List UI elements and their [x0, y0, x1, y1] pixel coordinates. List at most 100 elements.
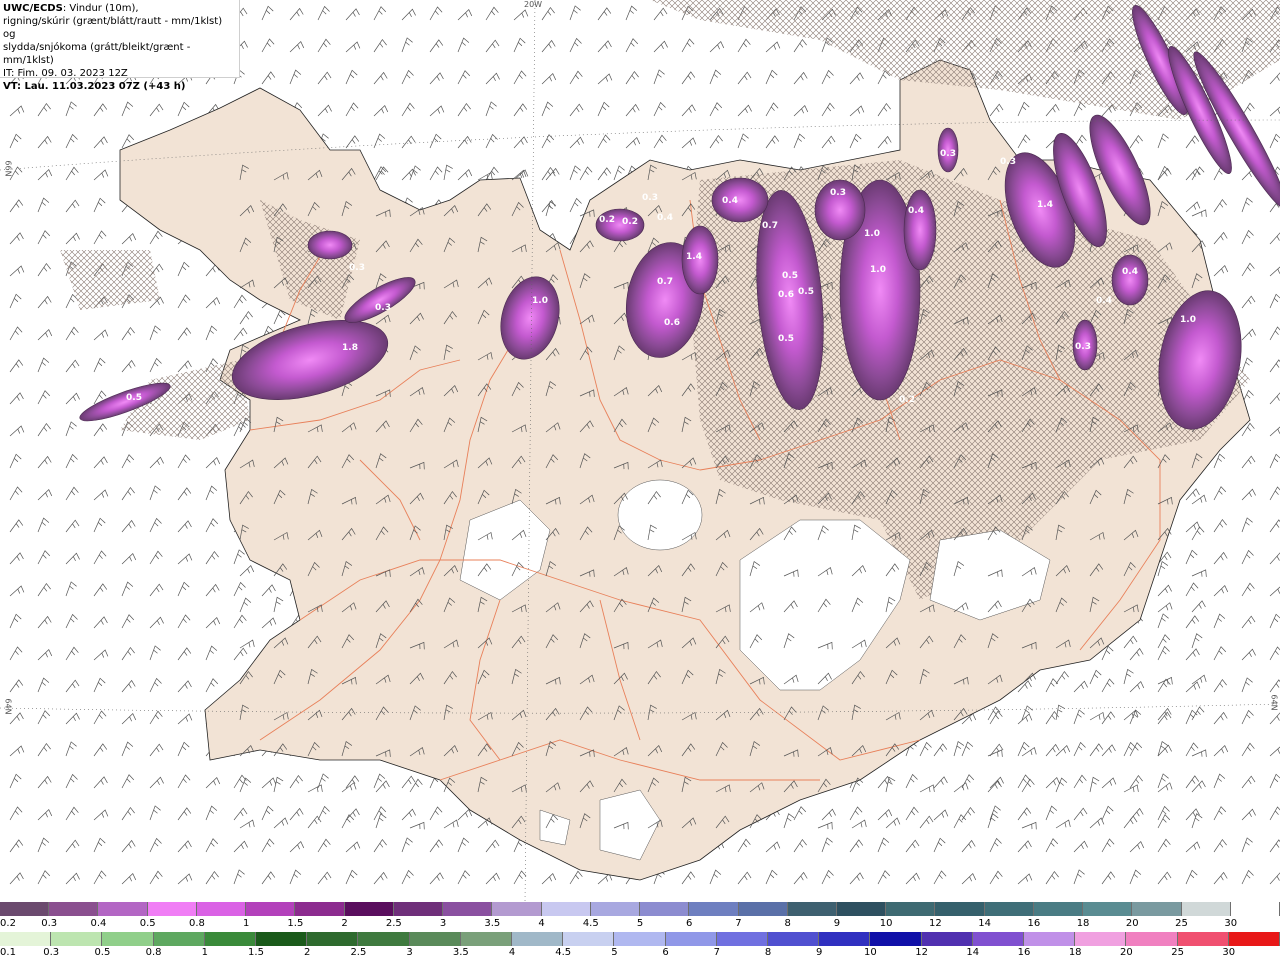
wind-barb [149, 870, 163, 885]
wind-barb [457, 168, 473, 181]
wind-barb [409, 821, 425, 830]
wind-barb [429, 166, 443, 181]
wind-barb [1213, 773, 1226, 789]
wind-barb [177, 807, 192, 821]
wind-barb [401, 8, 416, 21]
wind-barb [1269, 293, 1280, 309]
wind-barb [485, 6, 499, 21]
legend-label: 4 [508, 947, 516, 958]
wind-barb [1191, 749, 1207, 757]
precip-area [903, 189, 937, 271]
precip-value-label: 0.6 [778, 290, 794, 300]
wind-barb [885, 776, 896, 793]
legend-rain-colors [0, 932, 1280, 946]
wind-barb [1191, 633, 1203, 649]
wind-barb [989, 837, 1002, 853]
wind-barb [1191, 569, 1207, 577]
wind-barb [121, 872, 137, 885]
wind-barb [457, 870, 471, 885]
legend-swatch [768, 932, 820, 946]
legend-swatch [870, 932, 922, 946]
wind-barb [93, 550, 107, 565]
wind-barb [65, 232, 80, 245]
wind-barb [1045, 678, 1059, 693]
valid-time: VT: Lau. 11.03.2023 07Z (+43 h) [3, 81, 186, 92]
wind-barb [261, 838, 275, 853]
wind-barb [37, 168, 53, 181]
legend-swatch [204, 932, 257, 946]
wind-barb [429, 133, 442, 149]
wind-barb [9, 359, 24, 373]
wind-barb [1157, 741, 1169, 757]
wind-barb [177, 680, 192, 693]
wind-barb [149, 805, 161, 821]
wind-barb [1241, 197, 1253, 213]
wind-barb [1191, 494, 1207, 505]
wind-barb [849, 133, 862, 149]
wind-barb [233, 549, 245, 565]
wind-barb [1213, 453, 1226, 469]
wind-barb [401, 37, 413, 53]
legend-swatch [460, 932, 513, 946]
wind-barb [239, 819, 255, 829]
wind-barb [457, 70, 471, 85]
precip-value-label: 0.7 [657, 277, 673, 287]
wind-barb [239, 597, 252, 613]
wind-barb [653, 101, 666, 117]
legend-label: 30 [1222, 947, 1236, 958]
wind-barb [65, 453, 78, 469]
wind-barb [905, 806, 919, 821]
wind-barb [37, 295, 52, 309]
wind-barb [401, 869, 414, 885]
legend-swatch [1024, 932, 1076, 946]
legend-swatch [1083, 902, 1133, 916]
legend-swatch [1177, 932, 1229, 946]
wind-barb [821, 135, 836, 149]
legend-label: 5 [636, 918, 644, 929]
wind-barb [37, 550, 51, 565]
wind-barb [597, 134, 611, 149]
legend-swatch [295, 902, 345, 916]
wind-barb [457, 102, 471, 117]
wind-barb [373, 133, 386, 149]
wind-barb [793, 871, 808, 885]
wind-barb [919, 815, 934, 829]
legend-label: 0.8 [188, 918, 205, 929]
legend-label: 8 [764, 947, 772, 958]
wind-barb [1269, 872, 1280, 885]
wind-barb [569, 5, 581, 21]
wind-barb [37, 775, 52, 789]
wind-barb [1269, 232, 1280, 245]
wind-barb [919, 741, 932, 757]
wind-barb [177, 581, 190, 597]
wind-barb [1073, 709, 1085, 725]
wind-barb [177, 261, 190, 277]
wind-barb [261, 777, 277, 789]
wind-barb [1073, 101, 1086, 117]
wind-barb [513, 70, 527, 85]
wind-barb [373, 773, 386, 789]
legend-swatch [1033, 902, 1084, 916]
wind-barb [1123, 635, 1138, 649]
wind-barb [1157, 613, 1169, 629]
wind-barb [205, 805, 218, 821]
legend-label: 20 [1125, 918, 1139, 929]
wind-barb [121, 486, 135, 501]
wind-barb [37, 742, 51, 757]
precip-area [711, 177, 769, 223]
wind-barb [429, 806, 443, 821]
wind-barb [1241, 808, 1256, 821]
legend-swatch [492, 902, 542, 916]
wind-barb [177, 487, 192, 501]
wind-barb [1101, 838, 1115, 853]
wind-barb [37, 422, 51, 437]
wind-barb [65, 613, 78, 629]
wind-barb [317, 38, 331, 53]
wind-barb [1055, 704, 1065, 721]
wind-barb [1157, 773, 1169, 789]
wind-barb [1241, 869, 1254, 885]
wind-barb [1129, 134, 1143, 149]
wind-barb [65, 133, 78, 149]
model-name: UWC/ECDS [3, 3, 63, 14]
legend-swatch [1126, 932, 1178, 946]
